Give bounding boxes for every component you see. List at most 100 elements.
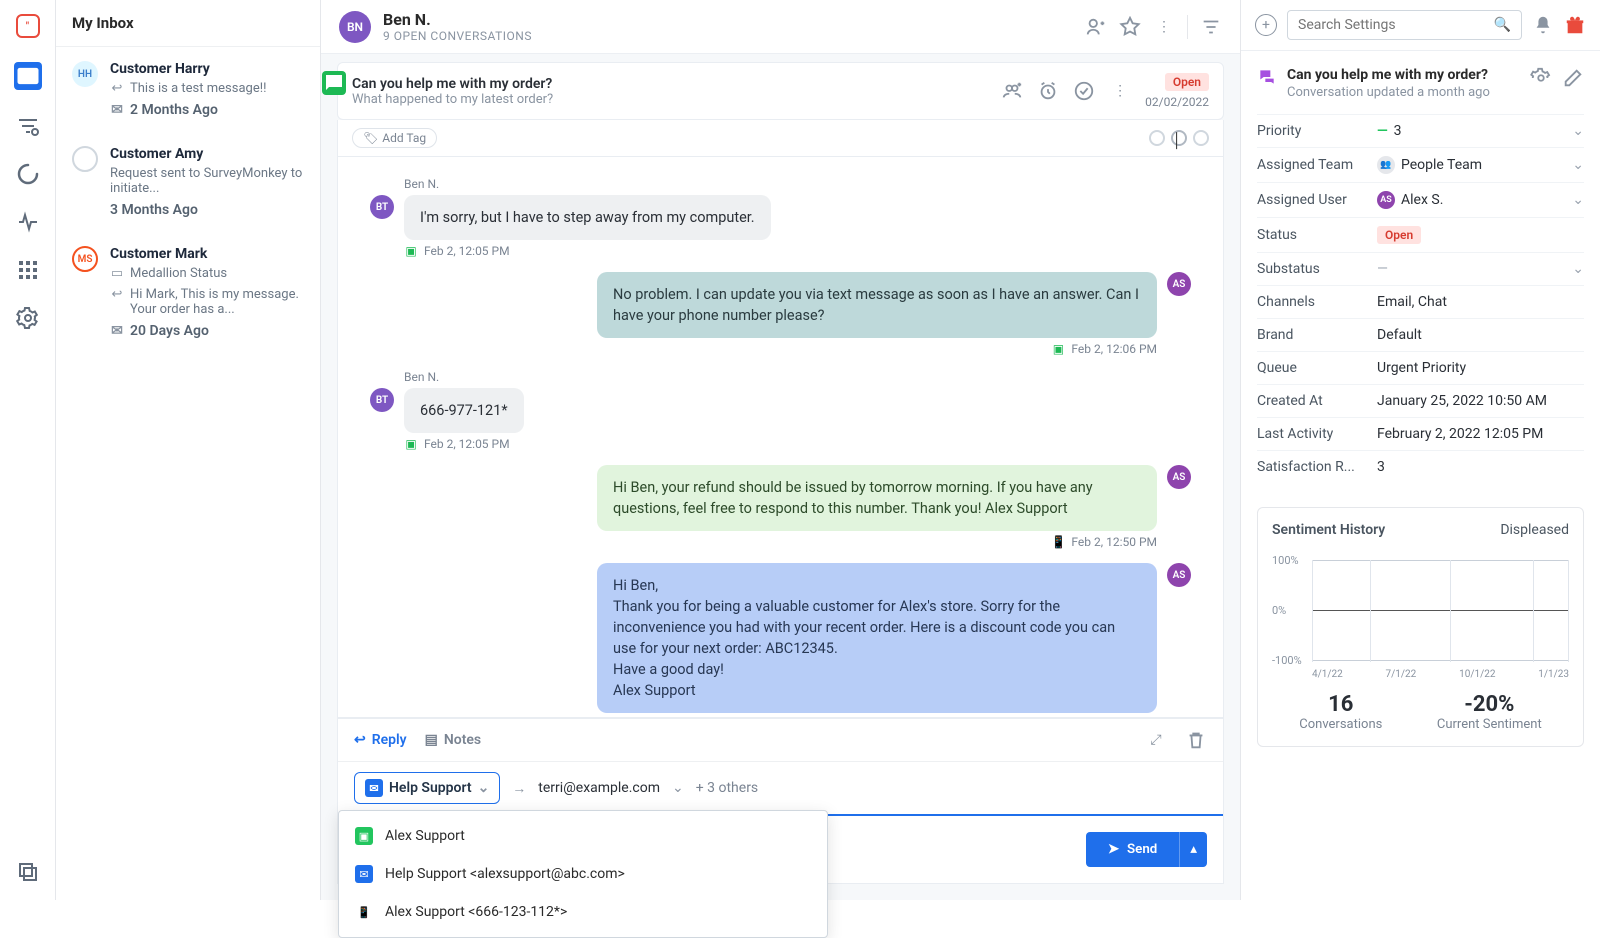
more-vert-icon[interactable]: ⋮	[1153, 16, 1175, 38]
chart-xtick: 4/1/22	[1312, 669, 1343, 680]
app-logo: "	[16, 14, 40, 38]
sender-avatar: BN	[339, 11, 371, 43]
expand-icon[interactable]: ⤢	[1145, 729, 1167, 751]
status-toggles[interactable]: │	[1149, 130, 1209, 146]
conversation-info: Can you help me with my order? Conversat…	[1241, 51, 1600, 499]
inbox-item-date: 20 Days Ago	[130, 323, 209, 339]
inbox-item-name: Customer Amy	[110, 146, 304, 162]
nav-inbox-icon[interactable]	[14, 62, 42, 90]
chat-icon: ▣	[355, 827, 373, 845]
details-header: + 🔍	[1241, 0, 1600, 51]
to-address[interactable]: terri@example.com	[538, 780, 660, 796]
add-tag-chip[interactable]: 🏷Add Tag	[352, 128, 437, 148]
field-brand: BrandDefault	[1257, 318, 1584, 351]
chart-xtick: 1/1/23	[1538, 669, 1569, 680]
mail-icon: ✉	[110, 324, 124, 338]
star-icon[interactable]	[1119, 16, 1141, 38]
snooze-icon[interactable]	[1037, 80, 1059, 102]
field-user[interactable]: Assigned UserASAlex S.⌄	[1257, 182, 1584, 217]
add-participants-icon[interactable]	[1001, 80, 1023, 102]
chevron-down-icon[interactable]: ⌄	[1572, 261, 1584, 277]
field-team[interactable]: Assigned Team👥People Team⌄	[1257, 147, 1584, 182]
field-activity: Last ActivityFebruary 2, 2022 12:05 PM	[1257, 417, 1584, 450]
author-avatar: AS	[1167, 563, 1191, 587]
filter-icon[interactable]	[1200, 16, 1222, 38]
sentiment-title: Sentiment History	[1272, 522, 1385, 538]
chevron-down-icon[interactable]: ⌄	[1572, 192, 1584, 208]
sentiment-current-label: Displeased	[1500, 522, 1569, 538]
avatar: HH	[72, 61, 98, 87]
conversation-panel: BN Ben N. 9 OPEN CONVERSATIONS ⋮ Can you…	[321, 0, 1240, 900]
nav-window-icon[interactable]	[16, 860, 40, 884]
send-more-button[interactable]: ▴	[1179, 832, 1207, 867]
trash-icon[interactable]	[1185, 729, 1207, 751]
chart-xtick: 7/1/22	[1386, 669, 1417, 680]
other-recipients[interactable]: + 3 others	[696, 780, 758, 796]
chat-channel-icon: ▣	[404, 437, 418, 451]
inbox-item-date: 2 Months Ago	[130, 102, 218, 118]
inbox-item-name: Customer Mark	[110, 246, 304, 262]
chevron-down-icon[interactable]: ⌄	[1572, 123, 1584, 139]
search-icon: 🔍	[1494, 17, 1511, 33]
avatar: MS	[72, 246, 98, 272]
stat-current-sentiment: -20% Current Sentiment	[1437, 692, 1542, 732]
chevron-down-icon[interactable]: ⌄	[1572, 157, 1584, 173]
search-settings[interactable]: 🔍	[1287, 10, 1522, 40]
priority-indicator: —	[1377, 123, 1388, 139]
sms-channel-icon: 📱	[1051, 535, 1065, 549]
message-author: Ben N.	[404, 177, 1191, 191]
nav-settings-icon[interactable]	[16, 306, 40, 330]
conversation-subject-bar: Can you help me with my order? What happ…	[337, 62, 1224, 120]
inbox-item-preview: Request sent to SurveyMonkey to initiate…	[110, 166, 304, 196]
add-widget-button[interactable]: +	[1255, 14, 1277, 36]
gift-icon[interactable]	[1564, 14, 1586, 36]
edit-icon[interactable]	[1562, 67, 1584, 89]
send-button[interactable]: ➤Send	[1086, 832, 1179, 867]
info-title: Can you help me with my order?	[1287, 67, 1520, 83]
details-panel: + 🔍 Can you help me with my order? Conve…	[1240, 0, 1600, 900]
assign-user-icon[interactable]	[1085, 16, 1107, 38]
field-priority[interactable]: Priority—3⌄	[1257, 114, 1584, 147]
field-status: StatusOpen	[1257, 217, 1584, 252]
bell-icon[interactable]	[1532, 14, 1554, 36]
nav-filter-icon[interactable]	[16, 114, 40, 138]
nav-apps-icon[interactable]	[16, 258, 40, 282]
field-queue: QueueUrgent Priority	[1257, 351, 1584, 384]
more-vert-icon[interactable]: ⋮	[1109, 80, 1131, 102]
from-option-label: Help Support <alexsupport@abc.com>	[385, 866, 625, 882]
forum-icon	[1257, 67, 1277, 87]
author-avatar: BT	[370, 388, 394, 412]
inbox-item-mark[interactable]: MS Customer Mark ▭Medallion Status ↩Hi M…	[56, 232, 320, 353]
tab-label: Reply	[372, 732, 407, 748]
author-avatar: AS	[1167, 465, 1191, 489]
chat-channel-icon: ▣	[1051, 342, 1065, 356]
inbox-item-name: Customer Harry	[110, 61, 304, 77]
tab-notes[interactable]: ▤Notes	[425, 732, 482, 748]
inbox-item-amy[interactable]: Customer Amy Request sent to SurveyMonke…	[56, 132, 320, 232]
field-satisfaction: Satisfaction R...3	[1257, 450, 1584, 483]
from-option-mail[interactable]: ✉Help Support <alexsupport@abc.com>	[339, 855, 827, 893]
from-selector[interactable]: ✉ Help Support ⌄	[354, 772, 500, 804]
tag-icon: 🏷	[363, 131, 378, 145]
message-bubble: Hi Ben, Thank you for being a valuable c…	[597, 563, 1157, 713]
resolve-icon[interactable]	[1073, 80, 1095, 102]
from-option-sms[interactable]: 📱Alex Support <666-123-112*>	[339, 893, 827, 931]
user-avatar: AS	[1377, 191, 1395, 209]
sentiment-card: Sentiment History Displeased 100% 0% -10…	[1257, 507, 1584, 747]
inbox-item-harry[interactable]: HH Customer Harry ↩This is a test messag…	[56, 47, 320, 132]
from-option-chat[interactable]: ▣Alex Support	[339, 817, 827, 855]
search-input[interactable]	[1298, 17, 1486, 33]
gear-icon[interactable]	[1530, 67, 1552, 89]
nav-activity-icon[interactable]	[16, 210, 40, 234]
arrow-right-icon: →	[512, 780, 526, 797]
team-icon: 👥	[1377, 156, 1395, 174]
nav-loading-icon[interactable]	[16, 162, 40, 186]
sms-icon: 📱	[355, 903, 373, 921]
inbox-item-preview: This is a test message!!	[130, 81, 266, 96]
field-substatus[interactable]: Substatus—⌄	[1257, 252, 1584, 285]
reply-icon: ↩	[354, 732, 366, 748]
send-icon: ➤	[1108, 842, 1119, 857]
message-time: Feb 2, 12:05 PM	[424, 244, 510, 258]
chevron-down-icon[interactable]: ⌄	[672, 780, 684, 796]
tab-reply[interactable]: ↩ Reply	[354, 732, 407, 748]
